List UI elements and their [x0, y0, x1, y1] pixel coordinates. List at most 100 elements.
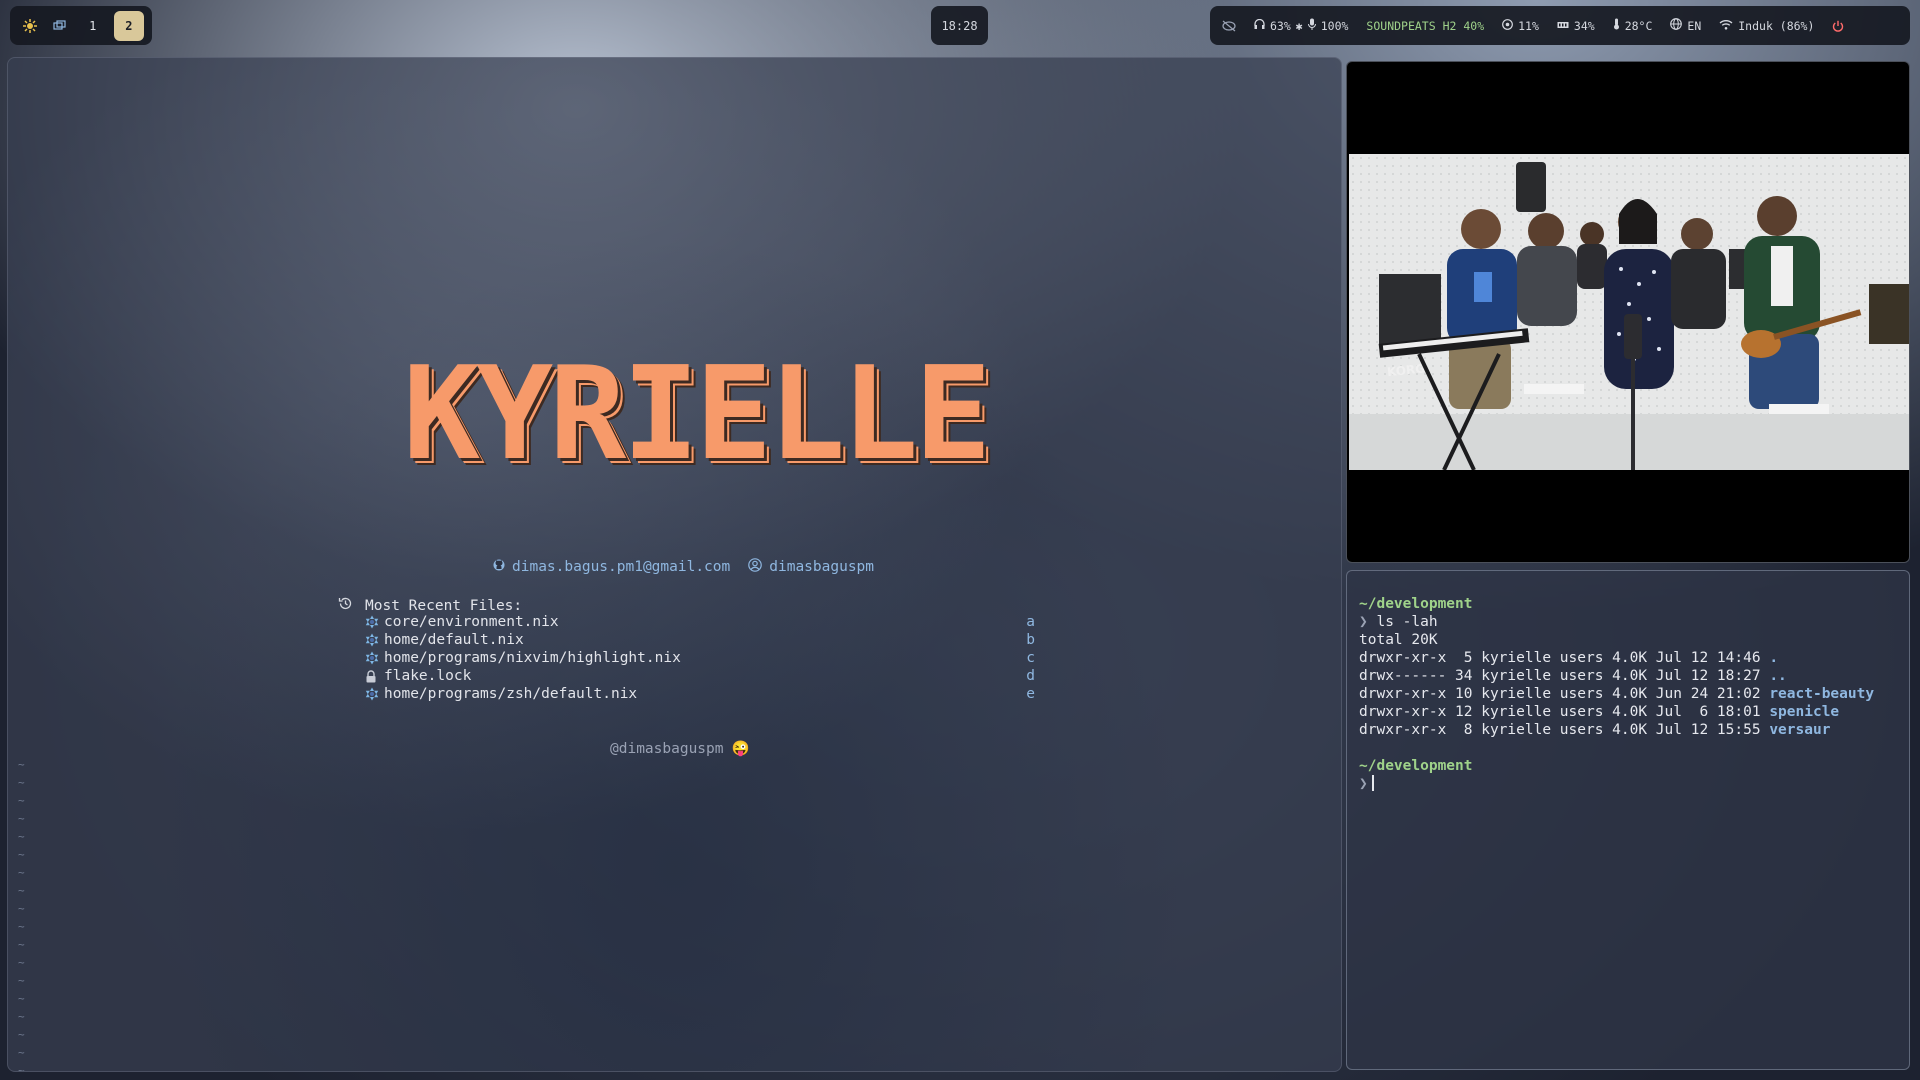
- microphone-volume: 100%: [1320, 18, 1349, 33]
- status-bar: 63% ✱ 100% SOUNDPEATS H2 40% 11% 34% 28°…: [1210, 6, 1910, 45]
- prompt-symbol: ❯: [1359, 614, 1368, 630]
- footer-emoji: 😜: [731, 741, 750, 757]
- email-text: dimas.bagus.pm1@gmail.com: [512, 559, 731, 575]
- workspace-2[interactable]: 2: [113, 10, 144, 41]
- tilde-marker: ~: [18, 794, 25, 807]
- tilde-marker: ~: [18, 830, 25, 843]
- terminal-output-row: drwxr-xr-x 8 kyrielle users 4.0K Jul 12 …: [1359, 721, 1909, 739]
- power-icon[interactable]: [1832, 20, 1844, 32]
- user-icon: [748, 558, 763, 576]
- tilde-marker: ~: [18, 884, 25, 897]
- windows-overview-icon[interactable]: [48, 12, 72, 40]
- terminal-output-row: drwxr-xr-x 5 kyrielle users 4.0K Jul 12 …: [1359, 649, 1909, 667]
- username-item[interactable]: dimasbaguspm: [748, 558, 874, 576]
- entry-meta: drwxr-xr-x 10 kyrielle users 4.0K Jun 24…: [1359, 686, 1770, 702]
- terminal-window[interactable]: ~/development ❯ ls -lah total 20K drwxr-…: [1346, 570, 1910, 1070]
- idle-inhibitor-icon[interactable]: [1222, 20, 1236, 32]
- footer-handle-text: @dimasbaguspm: [610, 740, 724, 757]
- wifi-stat[interactable]: Induk (86%): [1719, 19, 1814, 33]
- tilde-marker: ~: [18, 866, 25, 879]
- language-value: EN: [1687, 18, 1702, 33]
- terminal-output-row: drwxr-xr-x 10 kyrielle users 4.0K Jun 24…: [1359, 685, 1909, 703]
- email-item[interactable]: dimas.bagus.pm1@gmail.com: [493, 559, 730, 575]
- terminal-cursor: [1371, 775, 1374, 791]
- recent-files-list: core/environment.nix a home/default.nix …: [365, 613, 1035, 703]
- entry-meta: drwx------ 34 kyrielle users 4.0K Jul 12…: [1359, 668, 1770, 684]
- recent-file-item[interactable]: core/environment.nix a: [365, 613, 1035, 631]
- clock-time: 18:28: [941, 18, 978, 33]
- dashboard-footer: @dimasbaguspm 😜: [610, 740, 750, 758]
- terminal-output-total: total 20K: [1359, 632, 1438, 648]
- recent-file-key: b: [1026, 632, 1035, 648]
- tilde-marker: ~: [18, 992, 25, 1005]
- tilde-marker: ~: [18, 902, 25, 915]
- prompt-symbol: ❯: [1359, 776, 1368, 792]
- empty-line-markers: ~ ~ ~ ~ ~ ~ ~ ~ ~ ~ ~ ~ ~ ~ ~ ~ ~ ~: [18, 756, 25, 1072]
- recent-file-item[interactable]: flake.lock d: [365, 667, 1035, 685]
- recent-file-key: e: [1026, 686, 1035, 702]
- tilde-marker: ~: [18, 812, 25, 825]
- lock-icon: [365, 669, 384, 683]
- nix-icon: [365, 651, 384, 665]
- recent-file-name: home/programs/zsh/default.nix: [384, 686, 638, 702]
- terminal-cwd: ~/development: [1359, 758, 1473, 774]
- headphones-volume: 63%: [1270, 18, 1291, 33]
- entry-meta: drwxr-xr-x 8 kyrielle users 4.0K Jul 12 …: [1359, 722, 1770, 738]
- language-stat[interactable]: EN: [1670, 18, 1701, 33]
- tilde-marker: ~: [18, 1010, 25, 1023]
- tilde-marker: ~: [18, 1028, 25, 1041]
- recent-file-item[interactable]: home/default.nix b: [365, 631, 1035, 649]
- tilde-marker: ~: [18, 848, 25, 861]
- microphone-icon: [1307, 18, 1316, 33]
- username-text: dimasbaguspm: [769, 559, 875, 575]
- recent-file-name: core/environment.nix: [384, 614, 559, 630]
- terminal-command-line: ❯ ls -lah: [1359, 613, 1909, 631]
- cpu-value: 11%: [1518, 18, 1539, 33]
- nix-icon: [365, 615, 384, 629]
- wifi-icon: [1719, 19, 1733, 33]
- tilde-marker: ~: [18, 920, 25, 933]
- cpu-stat[interactable]: 11%: [1502, 19, 1539, 33]
- entry-name: react-beauty: [1769, 686, 1875, 702]
- recent-file-name: home/default.nix: [384, 632, 524, 648]
- wifi-network: Induk (86%): [1738, 18, 1815, 33]
- recent-file-key: d: [1026, 668, 1035, 684]
- globe-icon: [1670, 18, 1683, 33]
- audio-stat[interactable]: 63% ✱ 100%: [1254, 18, 1348, 33]
- entry-name: versaur: [1769, 722, 1831, 738]
- cpu-icon: [1502, 18, 1514, 33]
- entry-name: ..: [1769, 668, 1787, 684]
- recent-files-title: Most Recent Files:: [365, 597, 523, 614]
- tilde-marker: ~: [18, 938, 25, 951]
- dashboard-header: KYRIELLE: [403, 351, 991, 521]
- recent-file-name: home/programs/nixvim/highlight.nix: [384, 650, 681, 666]
- terminal-input-line[interactable]: ❯: [1359, 775, 1909, 793]
- headphones-icon: [1254, 18, 1265, 33]
- video-player-window[interactable]: KORG: [1346, 61, 1910, 563]
- clock[interactable]: 18:28: [931, 6, 988, 45]
- tilde-marker: ~: [18, 758, 25, 771]
- entry-meta: drwxr-xr-x 12 kyrielle users 4.0K Jul 6 …: [1359, 704, 1770, 720]
- recent-file-name: flake.lock: [384, 668, 472, 684]
- nix-icon: [365, 687, 384, 701]
- tilde-marker: ~: [18, 1046, 25, 1059]
- tilde-marker: ~: [18, 776, 25, 789]
- memory-stat[interactable]: 34%: [1557, 19, 1595, 33]
- entry-meta: drwxr-xr-x 5 kyrielle users 4.0K Jul 12 …: [1359, 650, 1770, 666]
- bluetooth-icon: ✱: [1295, 18, 1303, 33]
- workspace-bar: 1 2: [10, 6, 152, 45]
- terminal-output-row: drwxr-xr-x 12 kyrielle users 4.0K Jul 6 …: [1359, 703, 1909, 721]
- launcher-icon[interactable]: [18, 12, 42, 40]
- recent-file-key: c: [1026, 650, 1035, 666]
- tilde-marker: ~: [18, 1064, 25, 1072]
- terminal-cwd: ~/development: [1359, 596, 1473, 612]
- video-frame[interactable]: KORG: [1349, 154, 1909, 470]
- recent-file-item[interactable]: home/programs/zsh/default.nix e: [365, 685, 1035, 703]
- recent-file-item[interactable]: home/programs/nixvim/highlight.nix c: [365, 649, 1035, 667]
- workspace-1[interactable]: 1: [78, 11, 108, 41]
- temperature-stat[interactable]: 28°C: [1613, 18, 1652, 33]
- editor-window[interactable]: KYRIELLE dimas.bagus.pm1@gmail.com dimas…: [7, 57, 1342, 1072]
- band-performance-image: KORG: [1349, 154, 1909, 470]
- bluetooth-device[interactable]: SOUNDPEATS H2 40%: [1366, 19, 1484, 33]
- tilde-marker: ~: [18, 956, 25, 969]
